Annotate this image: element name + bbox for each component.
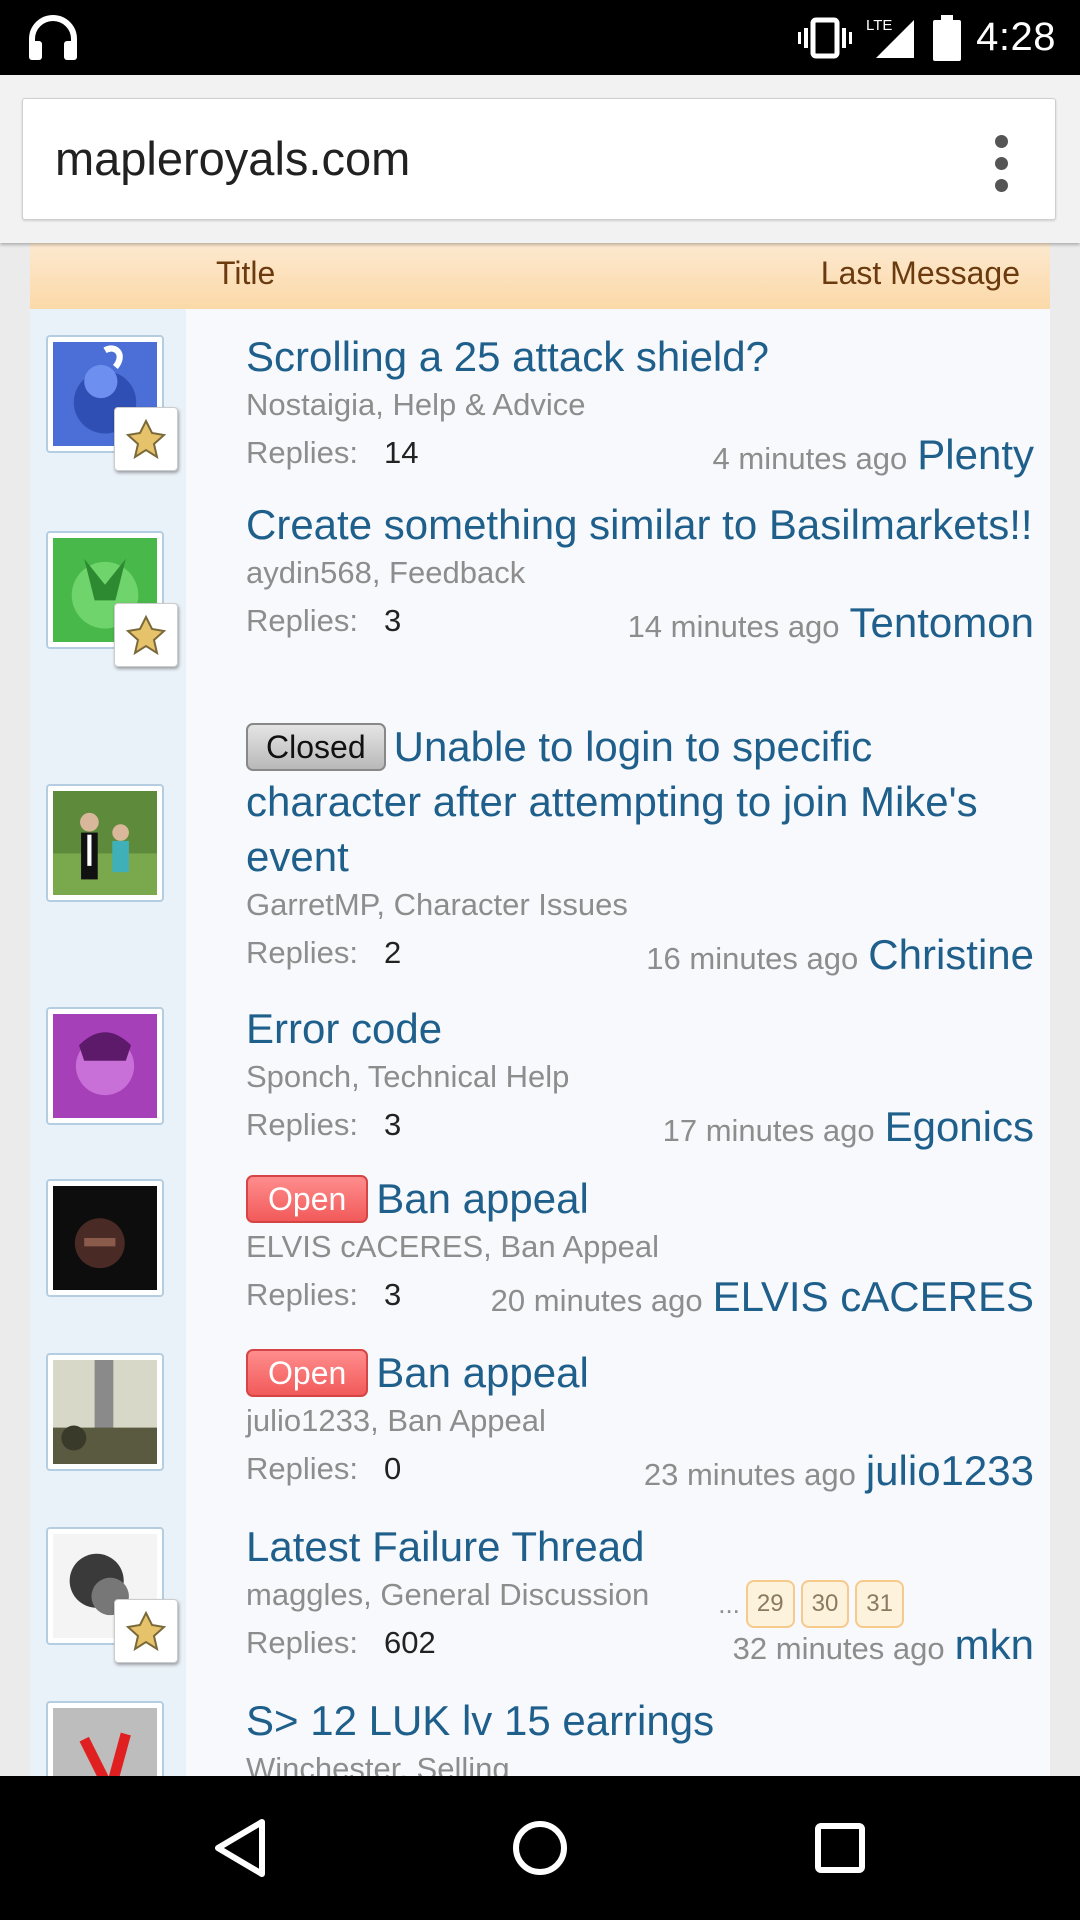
status-bar: LTE 4:28 (0, 0, 1080, 75)
last-message-user[interactable]: Egonics (885, 1103, 1034, 1150)
thread-meta[interactable]: GarretMP, Character Issues (246, 884, 1034, 926)
thread-meta[interactable]: julio1233, Ban Appeal (246, 1400, 1034, 1442)
last-message-time[interactable]: 16 minutes ago (646, 941, 858, 976)
last-message-user[interactable]: mkn (955, 1621, 1034, 1668)
thread-row[interactable]: S> 12 LUK lv 15 earrings Winchester, Sel… (30, 1677, 1050, 1776)
avatar[interactable] (46, 1179, 164, 1297)
prefix-open[interactable]: Open (246, 1175, 369, 1223)
replies-label: Replies: (246, 935, 358, 970)
staff-badge-icon (114, 603, 178, 667)
thread-title[interactable]: Error code (246, 1005, 442, 1052)
replies-count: 3 (384, 603, 402, 638)
vibrate-icon (798, 17, 853, 58)
replies-count: 602 (384, 1625, 436, 1660)
staff-badge-icon (114, 1599, 178, 1663)
staff-badge-icon (114, 407, 178, 471)
replies-count: 3 (384, 1107, 402, 1142)
battery-icon (933, 14, 962, 61)
list-header: Title Last Message (30, 243, 1050, 312)
last-message-time[interactable]: 4 minutes ago (713, 441, 908, 476)
last-message-time[interactable]: 14 minutes ago (628, 609, 840, 644)
last-message-user[interactable]: ELVIS cACERES (713, 1273, 1034, 1320)
thread-row[interactable]: Closed Unable to login to specific charac… (30, 703, 1050, 985)
last-message-user[interactable]: Tentomon (850, 599, 1034, 646)
last-message-user[interactable]: Christine (868, 931, 1034, 978)
column-last-message: Last Message (820, 255, 1020, 291)
thread-row[interactable]: Open Ban appeal ELVIS cACERES, Ban Appeal… (30, 1155, 1050, 1331)
avatar[interactable] (46, 1353, 164, 1471)
last-message-time[interactable]: 32 minutes ago (733, 1631, 945, 1666)
last-message-time[interactable]: 17 minutes ago (663, 1113, 875, 1148)
thread-title[interactable]: Create something similar to Basilmarkets… (246, 501, 1033, 548)
replies-label: Replies: (246, 1451, 358, 1486)
thread-meta[interactable]: Sponch, Technical Help (246, 1056, 1034, 1098)
last-message-user[interactable]: Plenty (917, 431, 1034, 478)
thread-row[interactable]: Open Ban appeal julio1233, Ban Appeal Rep… (30, 1329, 1050, 1505)
thread-list: Title Last Message Scrolling a 25 attack… (0, 243, 1080, 1776)
last-message-time[interactable]: 23 minutes ago (644, 1457, 856, 1492)
back-icon[interactable] (212, 1818, 268, 1878)
replies-count: 14 (384, 435, 419, 470)
thread-meta[interactable]: Winchester, Selling (246, 1748, 1034, 1776)
thread-row[interactable]: Scrolling a 25 attack shield? Nostaigia,… (30, 309, 1050, 481)
replies-label: Replies: (246, 1277, 358, 1312)
last-message-user[interactable]: julio1233 (866, 1447, 1034, 1494)
home-icon[interactable] (510, 1818, 570, 1878)
clock: 4:28 (976, 15, 1056, 59)
overflow-menu-icon[interactable] (995, 135, 1009, 192)
thread-meta[interactable]: Nostaigia, Help & Advice (246, 384, 1034, 426)
last-message-time[interactable]: 20 minutes ago (491, 1283, 703, 1318)
thread-meta[interactable]: maggles, General Discussion (246, 1577, 649, 1612)
column-title: Title (216, 255, 276, 291)
replies-label: Replies: (246, 1625, 358, 1660)
prefix-open[interactable]: Open (246, 1349, 369, 1397)
thread-title[interactable]: Latest Failure Thread (246, 1523, 644, 1570)
thread-title[interactable]: S> 12 LUK lv 15 earrings (246, 1697, 714, 1744)
thread-row[interactable]: Latest Failure Thread maggles, General D… (30, 1503, 1050, 1679)
replies-count: 3 (384, 1277, 402, 1312)
replies-label: Replies: (246, 1107, 358, 1142)
recents-icon[interactable] (812, 1818, 868, 1878)
thread-title[interactable]: Ban appeal (376, 1349, 589, 1396)
thread-title[interactable]: Scrolling a 25 attack shield? (246, 333, 769, 380)
network-label: LTE (866, 17, 892, 34)
replies-count: 2 (384, 935, 402, 970)
url-text[interactable]: mapleroyals.com (55, 131, 410, 186)
signal-icon: LTE (866, 17, 915, 58)
browser-toolbar: mapleroyals.com (0, 75, 1080, 243)
avatar[interactable] (46, 784, 164, 902)
thread-meta[interactable]: ELVIS cACERES, Ban Appeal (246, 1226, 1034, 1268)
navigation-bar (0, 1776, 1080, 1920)
thread-title[interactable]: Ban appeal (376, 1175, 589, 1222)
prefix-closed[interactable]: Closed (246, 723, 386, 771)
replies-count: 0 (384, 1451, 402, 1486)
thread-meta[interactable]: aydin568, Feedback (246, 552, 1034, 594)
replies-label: Replies: (246, 603, 358, 638)
replies-label: Replies: (246, 435, 358, 470)
thread-row[interactable]: Create something similar to Basilmarkets… (30, 479, 1050, 705)
avatar[interactable] (46, 1007, 164, 1125)
headphones-icon (29, 15, 77, 60)
avatar[interactable] (46, 1701, 164, 1776)
address-bar[interactable]: mapleroyals.com (22, 98, 1056, 220)
thread-row[interactable]: Error code Sponch, Technical Help Replie… (30, 983, 1050, 1157)
